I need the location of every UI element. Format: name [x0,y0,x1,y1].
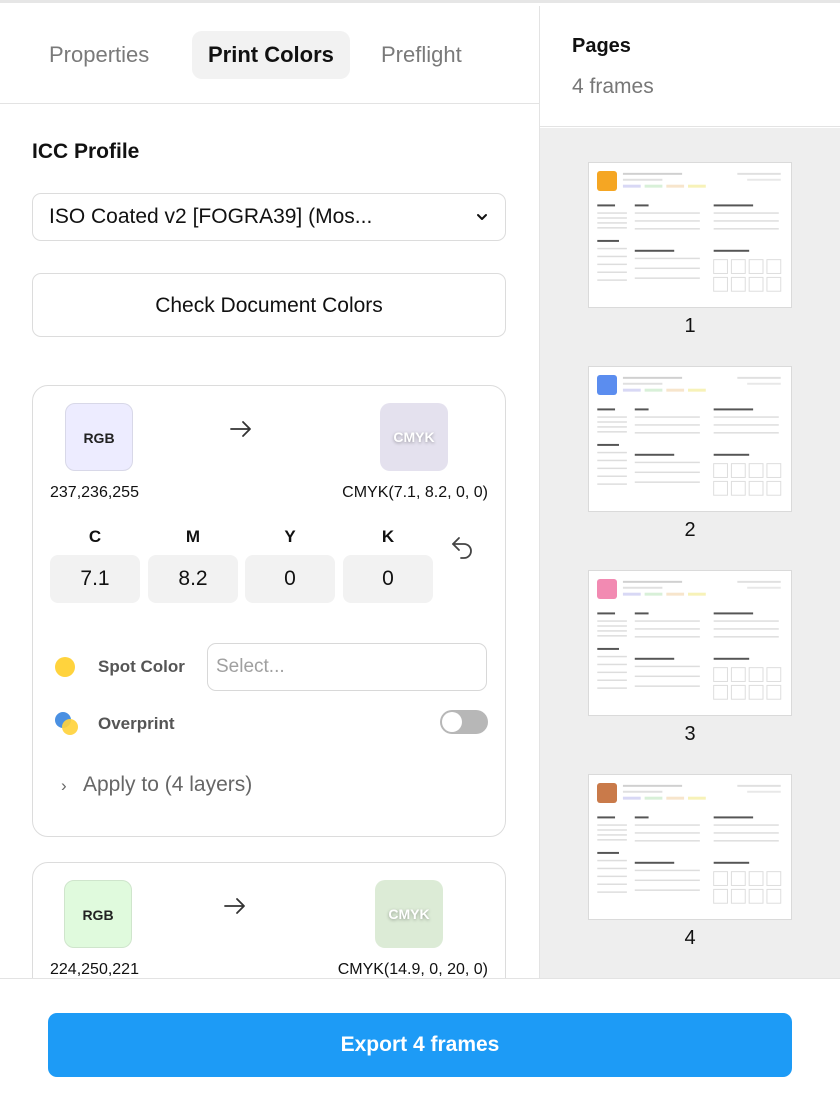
overprint-label: Overprint [98,714,175,733]
icc-profile-select[interactable]: ISO Coated v2 [FOGRA39] (Mos... [32,193,506,241]
page-preview [597,784,782,904]
rgb-swatch[interactable]: RGB [65,403,133,471]
channel-label-c: C [88,527,102,546]
page-avatar [597,375,617,395]
page-avatar [597,783,617,803]
tab-print-colors[interactable]: Print Colors [192,31,350,79]
print-panel: Properties Print Colors Preflight ICC Pr… [0,0,840,1094]
page-thumbnail[interactable] [588,366,792,512]
spot-color-label: Spot Color [98,657,185,676]
icc-profile-value: ISO Coated v2 [FOGRA39] (Mos... [49,205,373,228]
spot-color-input[interactable] [207,643,487,691]
page-thumbnail[interactable] [588,774,792,920]
rgb-swatch[interactable]: RGB [64,880,132,948]
tab-preflight[interactable]: Preflight [365,31,478,79]
overprint-toggle[interactable] [440,710,488,734]
icc-profile-heading: ICC Profile [32,140,140,163]
channel-label-m: M [185,527,201,546]
apply-to-layers-expander[interactable]: › Apply to (4 layers) [61,773,252,797]
color-card: RGB CMYK 237,236,255 CMYK(7.1, 8.2, 0, 0… [32,385,506,837]
arrow-right-icon [224,898,245,914]
page-preview [597,580,782,700]
chevron-down-icon [477,214,487,220]
channel-input-y[interactable]: 0 [245,555,335,603]
channel-label-y: Y [284,527,296,546]
page-thumbnail[interactable] [588,570,792,716]
chevron-right-icon: › [61,776,67,795]
spot-color-icon [55,657,75,677]
cmyk-value: CMYK(7.1, 8.2, 0, 0) [342,484,488,501]
channel-input-c[interactable]: 7.1 [50,555,140,603]
page-number: 2 [684,519,696,541]
channel-input-m[interactable]: 8.2 [148,555,238,603]
cmyk-swatch[interactable]: CMYK [375,880,443,948]
color-card: RGB CMYK 224,250,221 CMYK(14.9, 0, 20, 0… [32,862,506,978]
settings-panel: Properties Print Colors Preflight ICC Pr… [0,6,540,978]
pages-title: Pages [572,35,631,57]
page-number: 1 [684,315,696,337]
pages-count: 4 frames [572,75,654,98]
pages-list: 1 2 3 4 [540,128,840,978]
page-number: 3 [684,723,696,745]
pages-panel: Pages 4 frames 1 2 3 4 [540,6,840,978]
overprint-icon [55,712,78,735]
cmyk-value: CMYK(14.9, 0, 20, 0) [337,961,488,978]
page-avatar [597,171,617,191]
channel-input-k[interactable]: 0 [343,555,433,603]
apply-to-layers-label: Apply to (4 layers) [83,773,253,796]
reset-icon[interactable] [449,534,477,562]
rgb-value: 237,236,255 [50,484,139,501]
toggle-knob [442,712,462,732]
page-preview [597,376,782,496]
pages-header: Pages 4 frames [540,6,840,127]
channel-label-k: K [381,527,395,546]
rgb-value: 224,250,221 [50,961,139,978]
tab-properties[interactable]: Properties [33,31,165,79]
arrow-right-icon [230,421,251,437]
check-document-colors-button[interactable]: Check Document Colors [32,273,506,337]
page-preview [597,172,782,292]
page-thumbnail[interactable] [588,162,792,308]
cmyk-swatch[interactable]: CMYK [380,403,448,471]
tab-bar: Properties Print Colors Preflight [0,6,539,104]
page-number: 4 [684,927,696,949]
page-avatar [597,579,617,599]
export-frames-button[interactable]: Export 4 frames [48,1013,792,1077]
footer: Export 4 frames [0,978,840,1094]
